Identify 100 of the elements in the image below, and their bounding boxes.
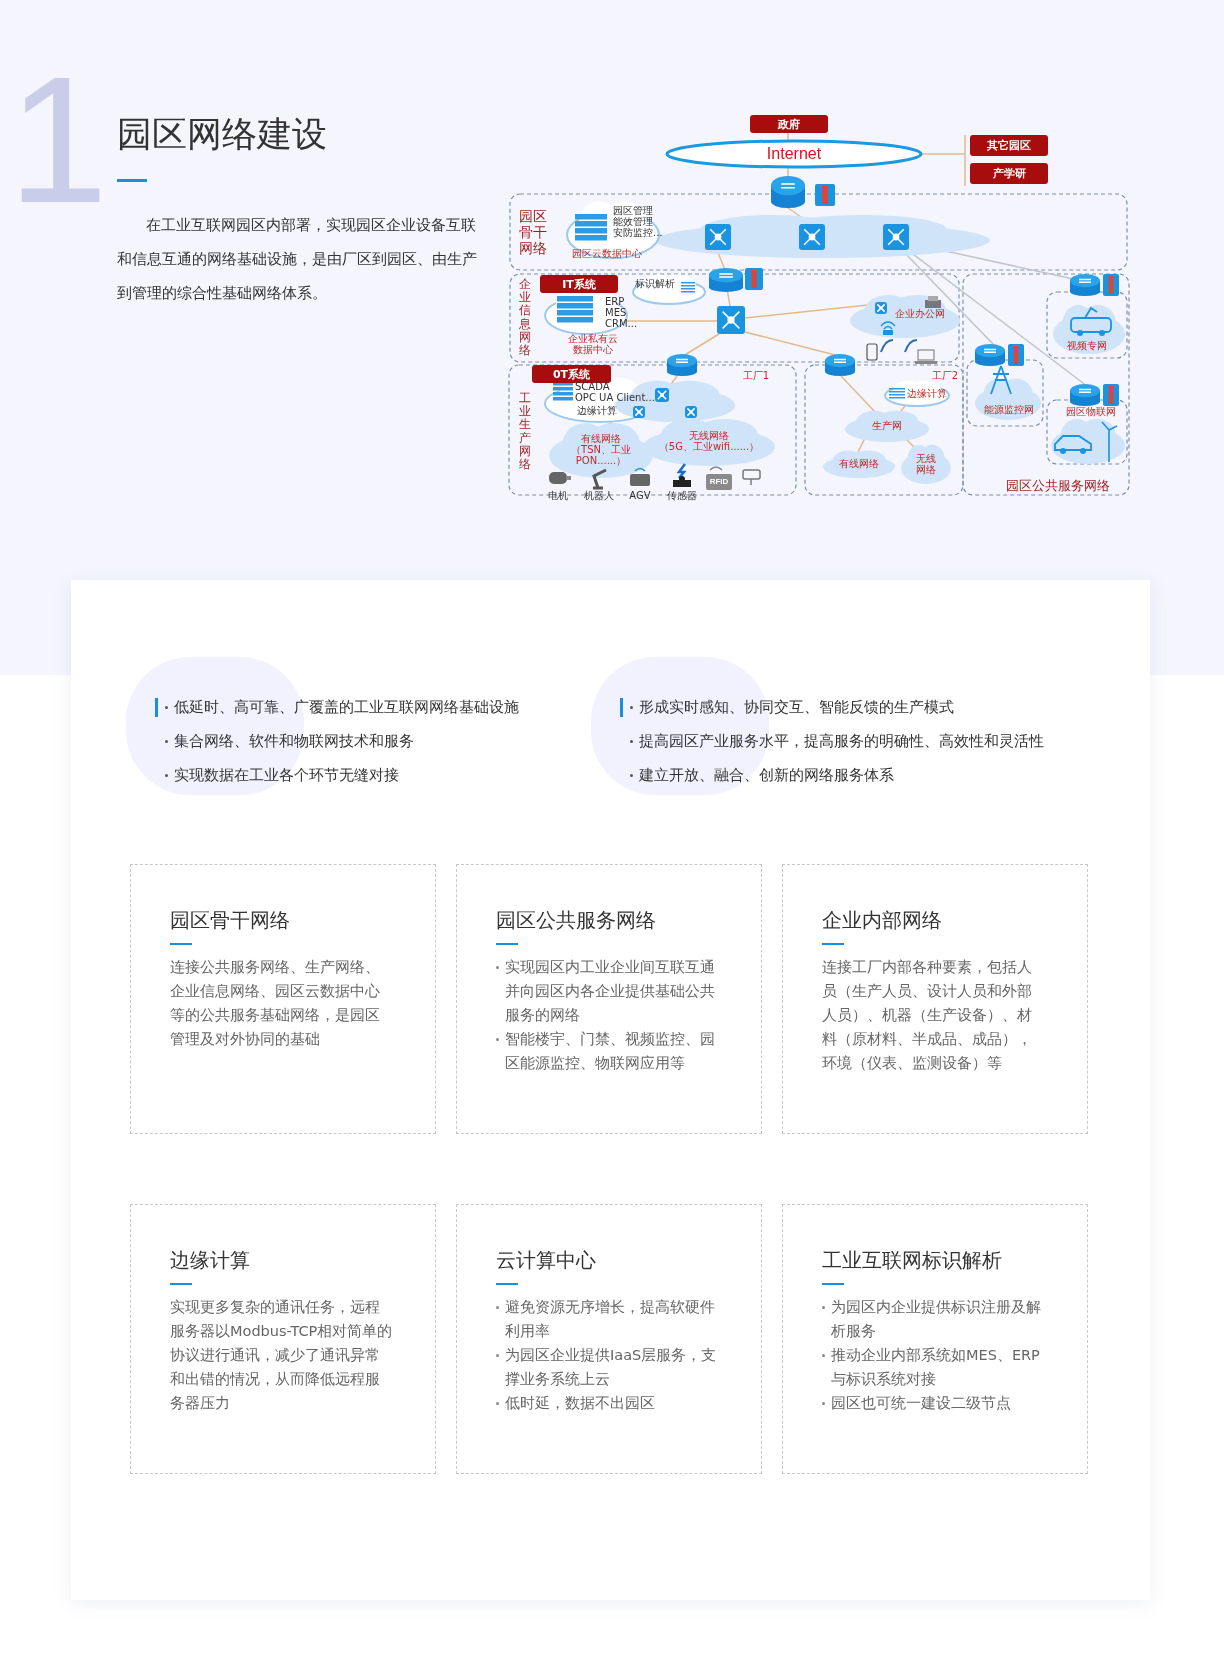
motor-icon (549, 472, 571, 484)
node-caption: 工厂1 (741, 370, 771, 381)
switch-icon (705, 224, 731, 250)
card-title: 园区公共服务网络 (496, 907, 657, 933)
zone-label: 企业信息网络 (519, 278, 532, 358)
router-icon (709, 268, 743, 292)
bullet-dot (822, 1402, 825, 1405)
node-caption: 工厂2 (930, 370, 960, 381)
bullet-dot (496, 966, 499, 969)
server-icon (889, 388, 905, 399)
link-line (787, 132, 789, 143)
router-icon (975, 344, 1005, 366)
card-text: 为园区内企业提供标识注册及解析服务 (831, 1298, 1042, 1341)
node-label: SCADA OPC UA Client... (575, 381, 656, 403)
card-title: 企业内部网络 (822, 907, 943, 933)
internet-label: Internet (765, 144, 823, 164)
bullet-dot (822, 1306, 825, 1309)
cloud-label: 有线网络 （TSN、工业 PON......） (570, 433, 632, 466)
link-line (787, 167, 789, 179)
highlight-text: 提高园区产业服务水平，提高服务的明确性、高效性和灵活性 (639, 731, 1044, 751)
wifi-signal-icon (880, 339, 918, 353)
node-label: ERP MES CRM... (605, 296, 639, 329)
switch-icon (875, 302, 887, 314)
intro-text: 在工业互联网园区内部署，实现园区企业设备互联和信息互通的网络基础设施，是由厂区到园区、由生产到管理的综合性基础网络体系。 (117, 216, 478, 303)
bullet-dot (165, 705, 168, 709)
cloud-shape (975, 378, 1041, 420)
node-caption: 园区物联网 (1065, 406, 1117, 417)
printer-icon (925, 296, 941, 308)
node-caption: 园区云数据中心 (571, 248, 643, 259)
firewall-icon (745, 268, 763, 290)
camera-icon (742, 469, 761, 486)
bullet-dot (496, 1306, 499, 1309)
node-label: 标识解析 (635, 278, 676, 289)
device-label: AGV (628, 490, 652, 501)
bullet-dot (822, 1354, 825, 1357)
bullet-dot (165, 773, 168, 777)
switch-icon (685, 406, 697, 418)
title-underline (170, 943, 192, 945)
bullet-dot (496, 1402, 499, 1405)
rfid-label: RFID (708, 477, 730, 486)
car-icon (1054, 435, 1092, 454)
card-text: 智能楼宇、门禁、视频监控、园区能源监控、物联网应用等 (505, 1030, 716, 1073)
system-tag: 0T系统 (532, 365, 611, 383)
card-title: 边缘计算 (170, 1247, 251, 1273)
title-underline (117, 179, 147, 182)
cloud-shape (823, 450, 895, 478)
firewall-icon (1103, 384, 1119, 406)
tv-van-icon (1070, 306, 1112, 336)
firewall-icon (1008, 344, 1024, 366)
card-text: 园区也可统一建设二级节点 (831, 1394, 1012, 1413)
node-label: 边缘计算 (577, 405, 618, 416)
node-label: 园区管理 能效管理 安防监控... (613, 205, 664, 238)
switch-icon (633, 406, 645, 418)
bullet-dot (630, 739, 633, 743)
card-text: 为园区企业提供IaaS层服务，支撑业务系统上云 (505, 1346, 718, 1389)
card-text: 连接工厂内部各种要素，包括人员（生产人员、设计人员和外部人员）、机器（生产设备）、材料（原材料、半成品、成品），环境（仪表、监测设备）等 (822, 958, 1033, 1073)
zone-label: 工业生产网络 (519, 392, 532, 472)
power-tower-icon (990, 365, 1012, 395)
system-tag: 其它园区 (970, 135, 1048, 156)
server-icon (681, 282, 695, 293)
accent-bar (620, 698, 623, 717)
cloud-shape (901, 444, 951, 484)
switch-icon (883, 224, 909, 250)
cloud-label: 无线网络 （5G、工业wifi......） (657, 430, 761, 452)
agv-icon (630, 467, 650, 486)
laptop-icon (915, 349, 937, 364)
card-text: 低时延，数据不出园区 (505, 1394, 656, 1413)
rfid-reader-icon (706, 466, 732, 490)
zone-label: 园区骨干网络 (519, 208, 548, 256)
phone-icon (866, 343, 878, 361)
bullet-dot (496, 1354, 499, 1357)
card-title: 工业互联网标识解析 (822, 1247, 1003, 1273)
device-label: 电机 (547, 490, 569, 501)
title-underline (496, 1283, 518, 1285)
highlight-text: 实现数据在工业各个环节无缝对接 (174, 765, 399, 785)
switch-icon (655, 388, 669, 402)
router-icon (825, 354, 855, 376)
device-label: 传感器 (666, 490, 698, 501)
router-icon (1070, 274, 1100, 296)
cloud-label: 无线 网络 (915, 453, 937, 475)
server-icon (575, 214, 607, 241)
title-underline (496, 943, 518, 945)
sensor-valve-icon (673, 463, 691, 487)
card-title: 云计算中心 (496, 1247, 597, 1273)
card-title: 园区骨干网络 (170, 907, 291, 933)
node-caption: 企业私有云数据中心 (567, 333, 619, 355)
firewall-icon (815, 184, 835, 206)
card-text: 推动企业内部系统如MES、ERP与标识系统对接 (831, 1346, 1041, 1389)
switch-icon (799, 224, 825, 250)
server-icon (553, 382, 573, 401)
node-caption: 能源监控网 (983, 404, 1035, 415)
system-tag: IT系统 (540, 275, 618, 293)
system-tag: 产学研 (970, 163, 1048, 184)
card-text: 连接公共服务网络、生产网络、企业信息网络、园区云数据中心等的公共服务基础网络，是园区管理及对外协同的基础 (170, 958, 381, 1049)
zone-caption: 园区公共服务网络 (1005, 478, 1111, 493)
highlight-text: 形成实时感知、协同交互、智能反馈的生产模式 (639, 697, 954, 717)
cloud-shape (1053, 305, 1125, 354)
card-text: 避免资源无序增长，提高软硬件利用率 (505, 1298, 716, 1341)
title-underline (822, 943, 844, 945)
title-underline (822, 1283, 844, 1285)
